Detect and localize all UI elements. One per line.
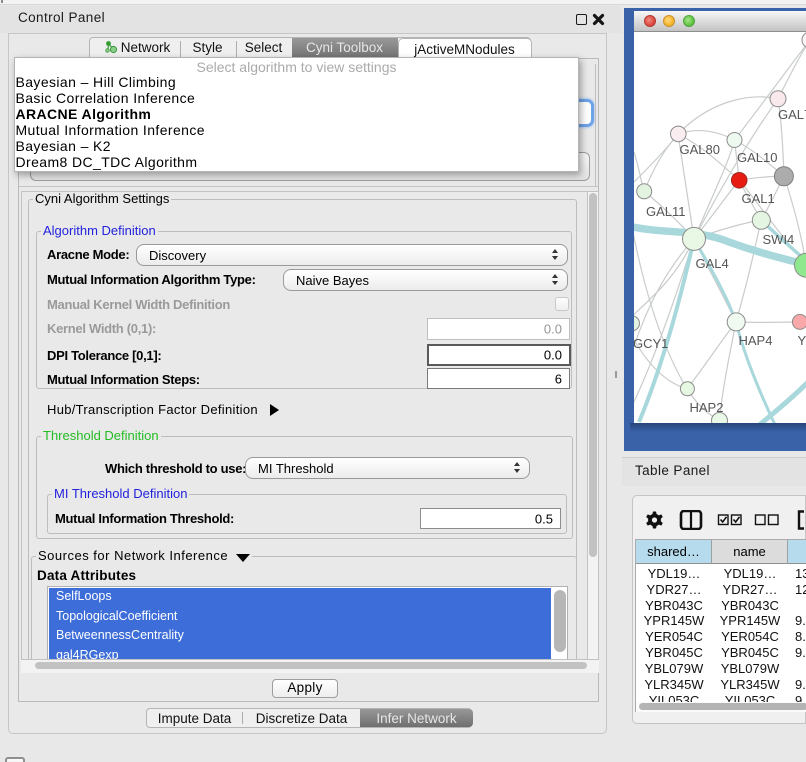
svg-text:GAL11: GAL11 <box>646 204 686 219</box>
svg-text:HAP2: HAP2 <box>689 400 723 415</box>
svg-text:GAL4: GAL4 <box>695 256 728 271</box>
svg-text:SWI4: SWI4 <box>762 232 794 247</box>
svg-text:GCY1: GCY1 <box>634 336 668 351</box>
svg-text:YM: YM <box>797 333 806 348</box>
svg-text:GAL1: GAL1 <box>741 191 774 206</box>
svg-text:HAP4: HAP4 <box>738 333 772 348</box>
svg-text:GAL7: GAL7 <box>778 107 806 122</box>
svg-text:GAL10: GAL10 <box>737 150 777 165</box>
svg-text:GAL80: GAL80 <box>679 142 719 157</box>
